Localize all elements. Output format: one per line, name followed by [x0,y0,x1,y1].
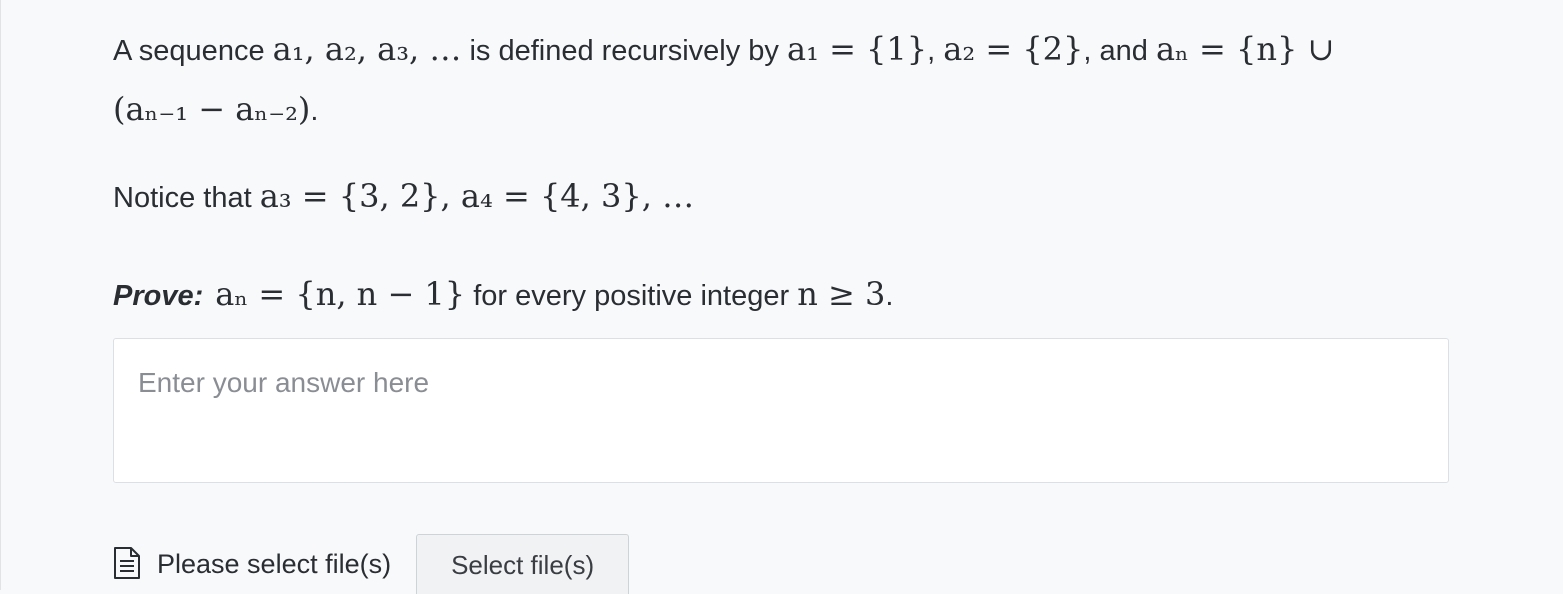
definition-an: aₙ = {n} ∪ [1155,30,1335,68]
file-upload-row: Please select file(s) Select file(s) [113,534,630,594]
notice-prefix: Notice that [113,182,260,214]
problem-line-2: (aₙ₋₁ − aₙ₋₂). [113,80,1334,140]
notice-statement: Notice that a₃ = {3, 2}, a₄ = {4, 3}, … [113,167,694,227]
definition-a1: a₁ = {1} [786,30,928,68]
period-text: . [310,95,319,127]
problem-statement: A sequence a₁, a₂, a₃, … is defined recu… [113,20,1334,140]
and-text: , and [1083,35,1156,67]
notice-math: a₃ = {3, 2}, a₄ = {4, 3}, … [259,177,695,215]
sequence-terms: a₁, a₂, a₃, … [272,30,462,68]
prove-middle-text: for every positive integer [465,280,798,312]
prove-period: . [885,280,894,312]
prove-statement: Prove: aₙ = {n, n − 1} for every positive… [113,265,893,325]
answer-box[interactable] [113,338,1449,483]
problem-line-1: A sequence a₁, a₂, a₃, … is defined recu… [113,20,1334,80]
document-icon [114,547,140,579]
prove-condition: n ≥ 3 [797,275,886,313]
intro-text: A sequence [113,35,273,67]
prove-math: aₙ = {n, n − 1} [215,275,466,313]
file-status-text: Please select file(s) [157,549,392,579]
definition-a2: a₂ = {2} [943,30,1084,68]
definition-an-continued: (aₙ₋₁ − aₙ₋₂) [113,90,311,128]
comma-text: , [927,35,944,67]
select-files-button[interactable]: Select file(s) [416,534,630,594]
intro-text-2: is defined recursively by [461,35,787,67]
left-divider [0,0,1,590]
answer-input[interactable] [114,339,1448,482]
prove-label: Prove: [113,280,204,312]
